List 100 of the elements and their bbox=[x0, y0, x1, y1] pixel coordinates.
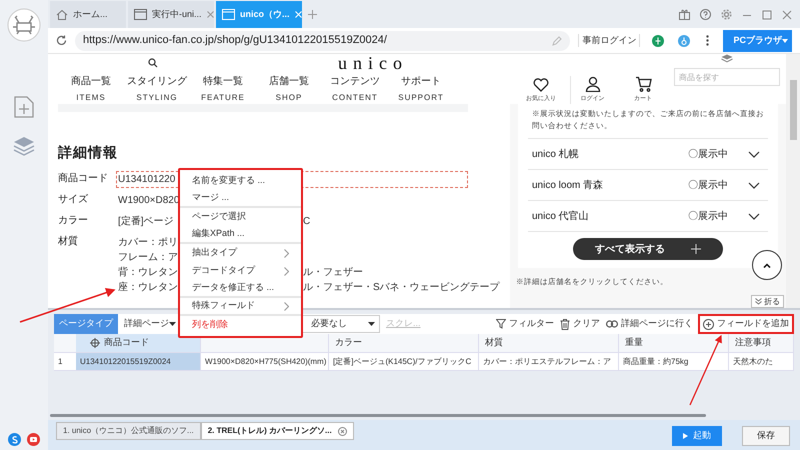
link-icon bbox=[606, 320, 618, 328]
toolbar-action-button[interactable]: クリア bbox=[557, 314, 603, 334]
nav-item[interactable]: 商品一覧 ITEMS bbox=[58, 74, 124, 104]
video-icon[interactable] bbox=[27, 433, 40, 446]
home-icon bbox=[56, 8, 68, 20]
table-cell: カバー：ポリエステルフレーム：ア bbox=[479, 353, 619, 370]
layers-icon[interactable] bbox=[13, 136, 35, 156]
menu-item[interactable]: 特殊フィールド bbox=[180, 298, 301, 316]
nav-item[interactable]: サポート SUPPORT bbox=[388, 74, 454, 104]
pre-login-link[interactable]: 事前ログイン bbox=[578, 34, 640, 48]
chevron-icon[interactable] bbox=[748, 182, 760, 188]
double-chevron-icon bbox=[755, 298, 762, 305]
field-value: フレーム：ア bbox=[118, 251, 178, 265]
field-value: 背：ウレタン bbox=[118, 266, 178, 280]
new-tab-icon[interactable] bbox=[308, 10, 317, 19]
browser-tab[interactable]: ホーム... bbox=[50, 1, 126, 28]
collapse-button[interactable]: 折る bbox=[751, 295, 784, 308]
scrollbar-thumb[interactable] bbox=[790, 80, 796, 140]
table-cell: U13410122015519Z0024 bbox=[76, 353, 201, 370]
task-tab[interactable]: 1. unico（ウニコ）公式通販のソフ... bbox=[56, 422, 201, 440]
task-tab[interactable]: 2. TREL(トレル) カバーリングソ... bbox=[200, 422, 354, 440]
chevron-right-icon bbox=[284, 302, 289, 310]
field-label: 材質 bbox=[58, 234, 79, 249]
field-label: 商品コード bbox=[58, 172, 109, 186]
page-icon bbox=[222, 9, 235, 20]
show-all-button[interactable]: すべて表示する bbox=[573, 238, 723, 260]
column-header[interactable]: 注意事項 bbox=[729, 334, 794, 352]
crosshair-icon bbox=[90, 338, 100, 348]
reload-icon[interactable] bbox=[56, 35, 67, 46]
chevron-icon[interactable] bbox=[748, 150, 760, 158]
toolbar-action-button[interactable]: フィールドを追加 bbox=[698, 314, 794, 334]
close-icon[interactable] bbox=[338, 426, 347, 436]
store-name-link[interactable]: unico 代官山 bbox=[532, 208, 688, 224]
add-icon bbox=[703, 318, 714, 330]
table-cell: W1900×D820×H775(SH420)(mm) bbox=[201, 353, 329, 370]
browser-tab[interactable]: 実行中-uni... bbox=[128, 1, 214, 28]
search-field[interactable]: 商品を探す bbox=[674, 68, 780, 86]
more-menu-icon[interactable] bbox=[706, 35, 710, 46]
field-value: C bbox=[303, 215, 310, 229]
menu-item[interactable]: 名前を変更する ... bbox=[180, 172, 301, 190]
caret-icon[interactable] bbox=[782, 38, 788, 42]
chevron-icon[interactable] bbox=[748, 212, 760, 220]
menu-item[interactable]: ページで選択 bbox=[180, 208, 301, 226]
toolbar-action-button[interactable]: フィルター bbox=[493, 314, 557, 334]
nav-item[interactable]: スタイリング STYLING bbox=[124, 74, 190, 104]
layers-icon[interactable] bbox=[721, 54, 733, 63]
menu-item[interactable]: 抽出タイプ bbox=[180, 244, 301, 262]
nav-item[interactable]: コンテンツ CONTENT bbox=[322, 74, 388, 104]
horizontal-scrollbar[interactable] bbox=[50, 414, 706, 417]
search-icon[interactable] bbox=[148, 58, 158, 68]
scroll-top-button[interactable] bbox=[752, 250, 782, 280]
gift-icon[interactable] bbox=[679, 9, 690, 20]
field-label: カラー bbox=[58, 214, 89, 228]
store-name-link[interactable]: unico loom 青森 bbox=[532, 178, 688, 192]
drop-circle-icon[interactable] bbox=[678, 34, 690, 46]
row-number: 1 bbox=[57, 356, 64, 368]
menu-item[interactable]: デコードタイプ bbox=[180, 262, 301, 280]
menu-item[interactable]: データを修正する ... bbox=[180, 280, 301, 298]
toolbar-action-button[interactable]: 詳細ページに行く bbox=[603, 314, 696, 334]
nav-item[interactable]: 特集一覧 FEATURE bbox=[190, 74, 256, 104]
help-icon[interactable] bbox=[700, 9, 711, 20]
column-header[interactable]: 材質 bbox=[479, 334, 619, 352]
display-status: 〇展示中 bbox=[688, 178, 729, 192]
table-cell: 商品重量：約75kg bbox=[619, 353, 729, 370]
column-header[interactable]: 商品コード bbox=[76, 334, 201, 352]
caret-icon bbox=[368, 322, 375, 326]
field-value: 座：ウレタン bbox=[118, 280, 178, 295]
menu-item[interactable]: 列を削除 bbox=[180, 316, 301, 334]
address-field[interactable]: https://www.unico-fan.co.jp/shop/g/gU13410122015519Z0024/ bbox=[75, 30, 570, 50]
new-task-icon[interactable] bbox=[14, 96, 34, 118]
skype-icon[interactable] bbox=[8, 433, 21, 446]
caret-icon bbox=[169, 322, 176, 326]
table-cell: 天然木のた bbox=[729, 353, 794, 370]
section-heading: 詳細情報 bbox=[58, 143, 119, 162]
site-logo[interactable]: unico bbox=[338, 54, 408, 72]
nav-item[interactable]: 店舗一覧 SHOP bbox=[256, 74, 322, 104]
field-value: U134101220 bbox=[118, 173, 176, 187]
page-icon bbox=[134, 9, 147, 20]
user-icon bbox=[584, 76, 600, 92]
close-icon[interactable] bbox=[206, 11, 214, 18]
maximize-icon[interactable] bbox=[762, 10, 772, 20]
save-button[interactable]: 保存 bbox=[742, 426, 790, 446]
field-value: ル・フェザー bbox=[303, 266, 363, 280]
menu-item[interactable]: マージ ... bbox=[180, 190, 301, 208]
menu-item[interactable]: 編集XPath ... bbox=[180, 226, 301, 244]
close-icon[interactable] bbox=[782, 10, 792, 20]
heart-icon bbox=[533, 78, 549, 92]
play-icon bbox=[683, 433, 688, 439]
settings-icon[interactable] bbox=[721, 9, 732, 20]
chevron-up-icon bbox=[763, 262, 771, 268]
filter-icon bbox=[496, 319, 506, 329]
browser-mode-button[interactable]: PCブラウザ bbox=[723, 30, 792, 52]
table-cell: [定番]ベージュ(K145C)/ファブリックC bbox=[329, 353, 479, 370]
store-name-link[interactable]: unico 札幌 bbox=[532, 146, 688, 162]
plus-circle-icon[interactable] bbox=[652, 34, 664, 46]
field-value: ル・フェザー・Sバネ・ウェービングテープ bbox=[303, 280, 500, 295]
run-button[interactable]: 起動 bbox=[672, 426, 722, 446]
field-label: サイズ bbox=[58, 193, 89, 207]
column-header[interactable]: カラー bbox=[329, 334, 479, 352]
column-header[interactable]: 重量 bbox=[619, 334, 729, 352]
